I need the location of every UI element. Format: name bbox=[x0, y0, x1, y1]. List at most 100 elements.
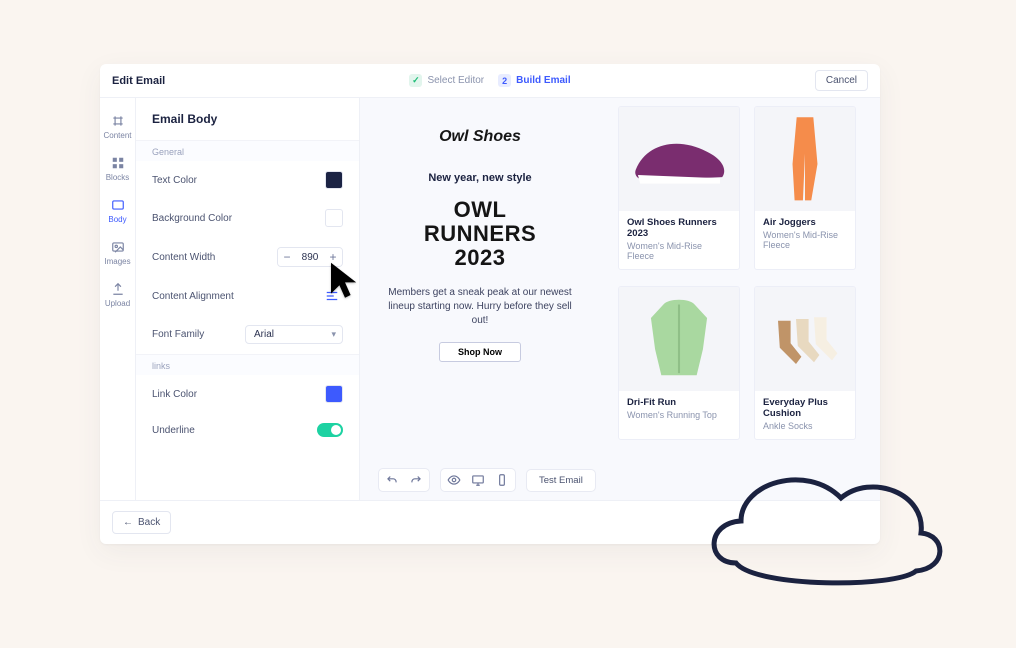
rail-item-images[interactable]: Images bbox=[100, 232, 135, 274]
color-swatch-link[interactable] bbox=[325, 385, 343, 403]
panel-title: Email Body bbox=[136, 98, 359, 140]
product-grid: Owl Shoes Runners 2023 Women's Mid-Rise … bbox=[618, 106, 856, 440]
width-decrement[interactable]: − bbox=[278, 248, 296, 266]
product-title: Dri-Fit Run bbox=[627, 397, 731, 408]
color-swatch-bg[interactable] bbox=[325, 209, 343, 227]
product-caption: Owl Shoes Runners 2023 Women's Mid-Rise … bbox=[619, 211, 739, 269]
email-tagline: New year, new style bbox=[380, 172, 580, 184]
align-icon bbox=[324, 289, 340, 303]
field-alignment: Content Alignment bbox=[136, 277, 359, 315]
checkmark-icon: ✓ bbox=[409, 74, 422, 87]
field-bg-color: Background Color bbox=[136, 199, 359, 237]
product-subtitle: Women's Mid-Rise Fleece bbox=[627, 241, 731, 261]
rail-label: Blocks bbox=[106, 173, 130, 182]
page-title: Edit Email bbox=[112, 75, 165, 87]
undo-icon[interactable] bbox=[385, 473, 399, 487]
rail-label: Upload bbox=[105, 299, 130, 308]
canvas[interactable]: Owl Shoes New year, new style OWL RUNNER… bbox=[360, 98, 880, 500]
field-underline: Underline bbox=[136, 413, 359, 447]
images-icon bbox=[111, 240, 125, 254]
underline-toggle[interactable] bbox=[317, 423, 343, 437]
email-copy: Members get a sneak peak at our newest l… bbox=[380, 286, 580, 328]
body-icon bbox=[111, 198, 125, 212]
left-rail: Content Blocks Body Images Upload bbox=[100, 98, 136, 500]
redo-icon[interactable] bbox=[409, 473, 423, 487]
product-card[interactable]: Owl Shoes Runners 2023 Women's Mid-Rise … bbox=[618, 106, 740, 270]
hero-line: 2023 bbox=[380, 246, 580, 270]
email-preview[interactable]: Owl Shoes New year, new style OWL RUNNER… bbox=[380, 128, 580, 362]
font-family-select[interactable]: Arial bbox=[245, 325, 343, 344]
desktop-icon[interactable] bbox=[471, 473, 485, 487]
product-image bbox=[755, 107, 855, 211]
eye-icon[interactable] bbox=[447, 473, 461, 487]
product-caption: Everyday Plus Cushion Ankle Socks bbox=[755, 391, 855, 439]
back-button[interactable]: ← Back bbox=[112, 511, 171, 534]
rail-item-upload[interactable]: Upload bbox=[100, 274, 135, 316]
product-subtitle: Women's Mid-Rise Fleece bbox=[763, 230, 847, 250]
socks-icon bbox=[760, 292, 850, 386]
brand-logo: Owl Shoes bbox=[380, 128, 580, 146]
field-content-width: Content Width − + bbox=[136, 237, 359, 277]
field-label: Content Width bbox=[152, 252, 215, 263]
step-select-editor[interactable]: ✓ Select Editor bbox=[409, 74, 484, 87]
chevron-left-icon: ← bbox=[123, 517, 133, 528]
product-title: Owl Shoes Runners 2023 bbox=[627, 217, 731, 239]
product-image bbox=[619, 287, 739, 391]
width-increment[interactable]: + bbox=[324, 248, 342, 266]
product-title: Everyday Plus Cushion bbox=[763, 397, 847, 419]
step-build-email[interactable]: 2 Build Email bbox=[498, 74, 570, 87]
jacket-icon bbox=[625, 292, 733, 386]
blocks-icon bbox=[111, 156, 125, 170]
align-left-icon[interactable] bbox=[321, 287, 343, 305]
upload-icon bbox=[111, 282, 125, 296]
mobile-icon[interactable] bbox=[495, 473, 509, 487]
rail-item-body[interactable]: Body bbox=[100, 190, 135, 232]
content-icon bbox=[111, 114, 125, 128]
field-label: Underline bbox=[152, 425, 195, 436]
section-links: links bbox=[136, 354, 359, 375]
history-group bbox=[378, 468, 430, 492]
product-card[interactable]: Everyday Plus Cushion Ankle Socks bbox=[754, 286, 856, 440]
rail-label: Content bbox=[103, 131, 131, 140]
rail-item-blocks[interactable]: Blocks bbox=[100, 148, 135, 190]
step-number-icon: 2 bbox=[498, 74, 511, 87]
preview-group bbox=[440, 468, 516, 492]
product-caption: Air Joggers Women's Mid-Rise Fleece bbox=[755, 211, 855, 258]
settings-panel: Email Body General Text Color Background… bbox=[136, 98, 360, 500]
field-label: Background Color bbox=[152, 213, 232, 224]
width-input[interactable] bbox=[296, 252, 324, 263]
field-link-color: Link Color bbox=[136, 375, 359, 413]
hero-text: OWL RUNNERS 2023 bbox=[380, 198, 580, 270]
hero-line: RUNNERS bbox=[380, 222, 580, 246]
wizard-steps: ✓ Select Editor 2 Build Email bbox=[409, 74, 570, 87]
product-image bbox=[755, 287, 855, 391]
content-row: Content Blocks Body Images Upload Email … bbox=[100, 98, 880, 500]
rail-item-content[interactable]: Content bbox=[100, 106, 135, 148]
product-caption: Dri-Fit Run Women's Running Top bbox=[619, 391, 739, 428]
rail-label: Body bbox=[108, 215, 126, 224]
section-general: General bbox=[136, 140, 359, 161]
step-label: Build Email bbox=[516, 75, 570, 86]
app-window: Edit Email ✓ Select Editor 2 Build Email… bbox=[100, 64, 880, 544]
shoe-icon bbox=[625, 112, 733, 206]
field-label: Content Alignment bbox=[152, 291, 234, 302]
cancel-button[interactable]: Cancel bbox=[815, 70, 868, 91]
product-subtitle: Ankle Socks bbox=[763, 421, 847, 431]
field-label: Text Color bbox=[152, 175, 197, 186]
step-label: Select Editor bbox=[427, 75, 484, 86]
canvas-toolbar: Test Email bbox=[378, 468, 596, 492]
field-text-color: Text Color bbox=[136, 161, 359, 199]
product-title: Air Joggers bbox=[763, 217, 847, 228]
test-email-button[interactable]: Test Email bbox=[526, 469, 596, 492]
field-label: Link Color bbox=[152, 389, 197, 400]
product-card[interactable]: Dri-Fit Run Women's Running Top bbox=[618, 286, 740, 440]
field-label: Font Family bbox=[152, 329, 204, 340]
product-card[interactable]: Air Joggers Women's Mid-Rise Fleece bbox=[754, 106, 856, 270]
product-subtitle: Women's Running Top bbox=[627, 410, 731, 420]
pants-icon bbox=[760, 112, 850, 206]
shop-now-button[interactable]: Shop Now bbox=[439, 342, 521, 362]
color-swatch-text[interactable] bbox=[325, 171, 343, 189]
rail-label: Images bbox=[104, 257, 130, 266]
back-label: Back bbox=[138, 517, 160, 528]
product-image bbox=[619, 107, 739, 211]
